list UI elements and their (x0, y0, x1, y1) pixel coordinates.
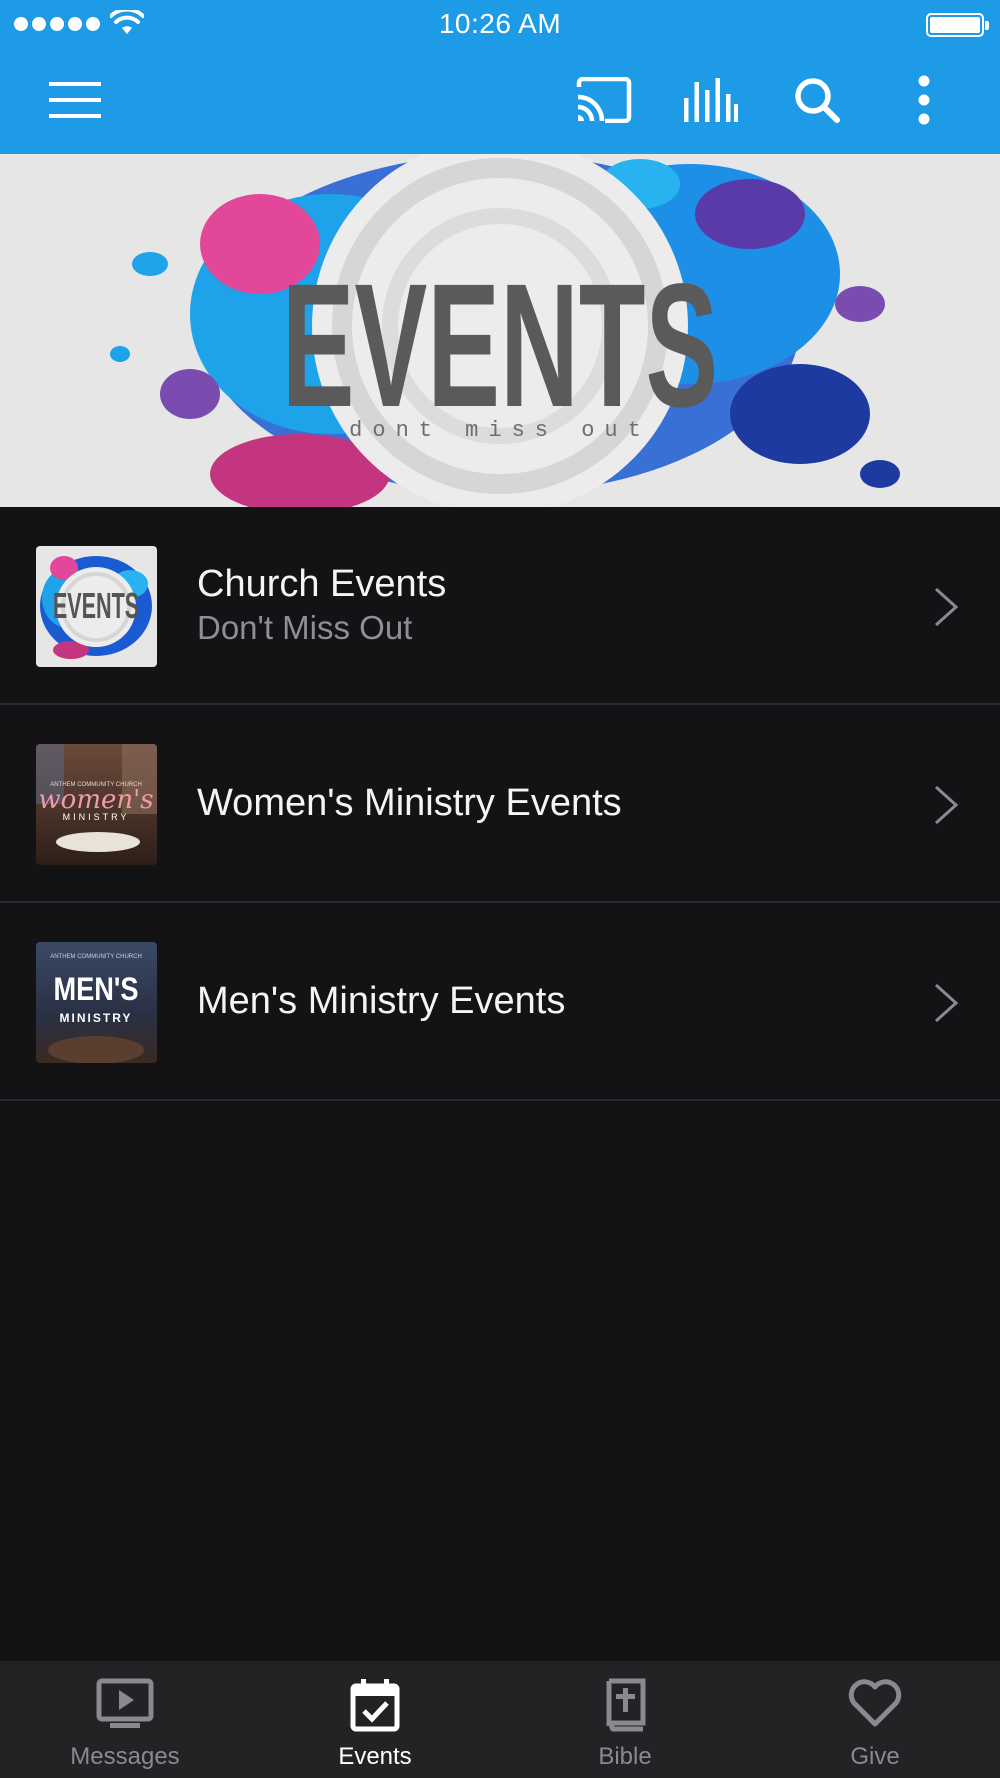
events-list: EVENTS Church Events Don't Miss Out ANTH… (0, 507, 1000, 1101)
mens-thumb-subtitle: MINISTRY (60, 1011, 133, 1025)
womens-ministry-thumbnail: ANTHEM COMMUNITY CHURCH women's MINISTRY (36, 744, 157, 865)
banner-title: EVENTS (282, 247, 719, 444)
tab-events[interactable]: Events (250, 1661, 500, 1778)
tab-label: Bible (598, 1743, 652, 1770)
tab-bible[interactable]: Bible (500, 1661, 750, 1778)
calendar-check-icon (350, 1679, 400, 1732)
mens-thumb-church: ANTHEM COMMUNITY CHURCH (50, 954, 142, 960)
menu-icon (49, 82, 101, 118)
events-banner: EVENTS dont miss out (0, 154, 1000, 507)
list-item-church-events[interactable]: EVENTS Church Events Don't Miss Out (0, 507, 1000, 705)
cast-icon (576, 77, 632, 123)
church-events-thumb-title: EVENTS (53, 586, 139, 626)
events-banner-artwork: EVENTS dont miss out (0, 154, 1000, 507)
equalizer-button[interactable] (678, 68, 742, 132)
equalizer-icon (684, 78, 738, 122)
tab-label: Give (850, 1743, 900, 1770)
chevron-right-icon (934, 587, 959, 627)
battery-icon (926, 13, 989, 37)
menu-button[interactable] (43, 68, 107, 132)
tv-play-icon (96, 1678, 154, 1728)
bottom-tab-bar: Messages Events Bible Give (0, 1661, 1000, 1778)
more-vert-icon (918, 75, 930, 125)
church-events-thumbnail: EVENTS (36, 546, 157, 667)
mens-thumb-title: MEN'S (53, 972, 138, 1008)
list-item-subtitle: Don't Miss Out (197, 609, 413, 646)
mens-ministry-thumbnail: ANTHEM COMMUNITY CHURCH MEN'S MINISTRY (36, 942, 157, 1063)
tab-label: Messages (70, 1743, 180, 1770)
search-icon (795, 78, 840, 123)
status-time: 10:26 AM (438, 8, 562, 39)
screen: 10:26 AM EVENTS dont miss out EVENTS Chu… (0, 0, 1000, 1778)
list-item-title: Women's Ministry Events (197, 782, 622, 824)
chevron-right-icon (934, 983, 959, 1023)
search-button[interactable] (785, 68, 849, 132)
list-item-title: Church Events (197, 563, 447, 605)
app-bar: 10:26 AM (0, 0, 1000, 154)
more-options-button[interactable] (892, 68, 956, 132)
chevron-right-icon (934, 785, 959, 825)
cast-button[interactable] (572, 68, 636, 132)
womens-thumb-title: women's (38, 785, 153, 815)
bible-icon (606, 1678, 646, 1732)
tab-give[interactable]: Give (750, 1661, 1000, 1778)
tab-label: Events (338, 1743, 412, 1770)
list-item-title: Men's Ministry Events (197, 980, 566, 1022)
list-item-womens-ministry-events[interactable]: ANTHEM COMMUNITY CHURCH women's MINISTRY… (0, 705, 1000, 903)
tab-messages[interactable]: Messages (0, 1661, 250, 1778)
womens-thumb-subtitle: MINISTRY (63, 812, 130, 822)
status-bar: 10:26 AM (0, 0, 1000, 50)
heart-icon (848, 1679, 902, 1727)
list-item-mens-ministry-events[interactable]: ANTHEM COMMUNITY CHURCH MEN'S MINISTRY M… (0, 903, 1000, 1101)
banner-subtitle: dont miss out (349, 418, 651, 443)
